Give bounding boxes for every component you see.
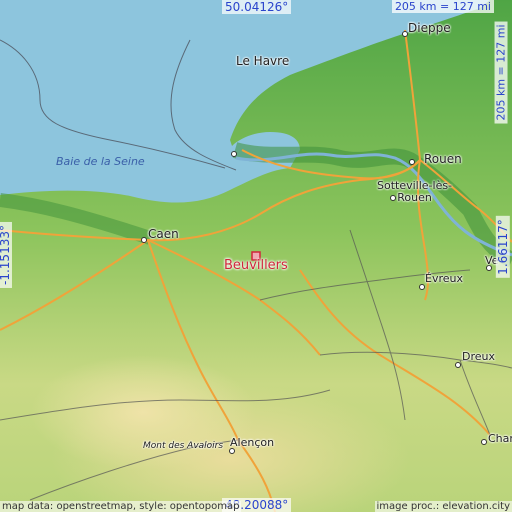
upland-area-2	[0, 250, 512, 512]
place-label-sotteville[interactable]: Sotteville-lès- Rouen	[377, 180, 452, 204]
caen-marker	[141, 237, 147, 243]
alencon-marker	[229, 448, 235, 454]
longitude-right: 1.66117°	[496, 216, 511, 278]
target-place-label[interactable]: Beuvillers	[224, 258, 288, 273]
scale-horizontal: 205 km = 127 mi	[391, 0, 494, 13]
dieppe-marker	[402, 31, 408, 37]
place-label-caen[interactable]: Caen	[148, 227, 179, 241]
place-label-rouen[interactable]: Rouen	[424, 152, 462, 166]
place-label-le-havre[interactable]: Le Havre	[236, 54, 289, 68]
longitude-left: -1.15133°	[0, 222, 12, 288]
place-label-dreux[interactable]: Dreux	[462, 350, 495, 363]
evreux-marker	[419, 284, 425, 290]
map-view[interactable]: Dieppe Le Havre Rouen Sotteville-lès- Ro…	[0, 0, 512, 512]
scale-vertical: 205 km = 127 mi	[494, 21, 508, 124]
attribution-left: map data: openstreetmap, style: opentopo…	[0, 501, 242, 512]
attribution-right: image proc.: elevation.city	[374, 501, 512, 512]
place-label-evreux[interactable]: Évreux	[425, 272, 463, 285]
place-label-dieppe[interactable]: Dieppe	[408, 21, 451, 35]
chartres-marker	[481, 439, 487, 445]
place-label-alencon[interactable]: Alençon	[230, 436, 274, 449]
rouen-marker	[409, 159, 415, 165]
relief-label: Mont des Avaloirs	[143, 441, 224, 451]
le-havre-marker	[231, 151, 237, 157]
dreux-marker	[455, 362, 461, 368]
latitude-top: 50.04126°	[222, 0, 292, 14]
place-label-chartres[interactable]: Chartr	[488, 432, 512, 445]
sea-label: Baie de la Seine	[56, 155, 145, 168]
